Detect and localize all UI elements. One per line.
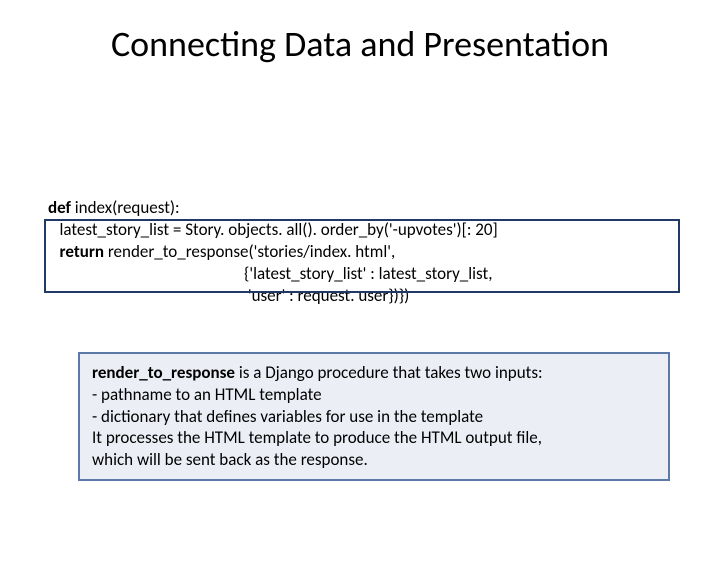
keyword-def: def xyxy=(48,197,75,218)
explanation-bullet-1: - pathname to an HTML template xyxy=(92,384,656,406)
code-line-2: latest_story_list = Story. objects. all(… xyxy=(48,219,498,241)
code-block: def index(request): latest_story_list = … xyxy=(48,197,498,307)
explanation-box: render_to_response is a Django procedure… xyxy=(78,352,670,481)
slide-title: Connecting Data and Presentation xyxy=(0,22,720,66)
explanation-line-4: It processes the HTML template to produc… xyxy=(92,427,656,449)
code-line-1: def index(request): xyxy=(48,197,498,219)
code-text: index(request): xyxy=(75,197,180,218)
code-line-3: return render_to_response('stories/index… xyxy=(48,241,498,263)
explanation-bullet-2: - dictionary that defines variables for … xyxy=(92,406,656,428)
code-line-5: 'user' : request. user})}) xyxy=(48,285,498,307)
explanation-line-5: which will be sent back as the response. xyxy=(92,449,656,471)
code-text: render_to_response('stories/index. html'… xyxy=(108,241,395,262)
code-line-4: {'latest_story_list' : latest_story_list… xyxy=(48,263,498,285)
explanation-text: is a Django procedure that takes two inp… xyxy=(235,362,543,383)
keyword-return: return xyxy=(48,241,108,262)
explanation-line-1: render_to_response is a Django procedure… xyxy=(92,362,656,384)
explanation-lead: render_to_response xyxy=(92,362,235,383)
